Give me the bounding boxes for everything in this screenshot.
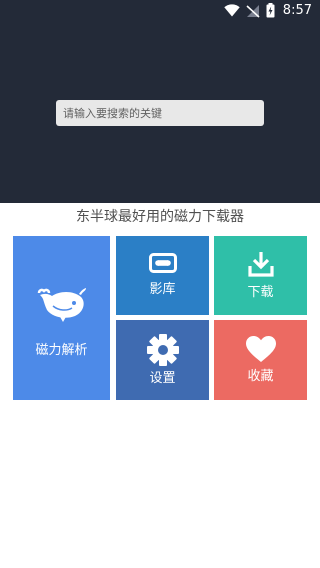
gear-icon bbox=[146, 334, 179, 366]
favorites-tile[interactable]: 收藏 bbox=[214, 320, 307, 400]
download-label: 下载 bbox=[247, 285, 274, 300]
whale-icon bbox=[37, 288, 86, 322]
settings-label: 设置 bbox=[149, 371, 176, 386]
favorites-label: 收藏 bbox=[247, 369, 274, 384]
library-tile[interactable]: 影库 bbox=[116, 236, 209, 315]
library-label: 影库 bbox=[149, 282, 176, 297]
tagline: 东半球最好用的磁力下载器 bbox=[76, 209, 244, 225]
wifi-icon bbox=[224, 4, 240, 17]
search-input[interactable] bbox=[56, 100, 264, 126]
status-bar: 8:57 bbox=[0, 0, 320, 24]
settings-tile[interactable]: 设置 bbox=[116, 320, 209, 400]
magnet-parse-label: 磁力解析 bbox=[35, 343, 88, 358]
signal-off-icon bbox=[246, 4, 260, 18]
header-panel: 8:57 bbox=[0, 0, 320, 203]
download-tile[interactable]: 下载 bbox=[214, 236, 307, 315]
heart-icon bbox=[245, 336, 276, 362]
cassette-icon bbox=[148, 253, 177, 273]
magnet-parse-tile[interactable]: 磁力解析 bbox=[13, 236, 110, 400]
battery-charging-icon bbox=[266, 3, 275, 18]
status-time: 8:57 bbox=[282, 3, 312, 18]
status-icons: 8:57 bbox=[224, 3, 312, 18]
download-icon bbox=[247, 252, 274, 277]
